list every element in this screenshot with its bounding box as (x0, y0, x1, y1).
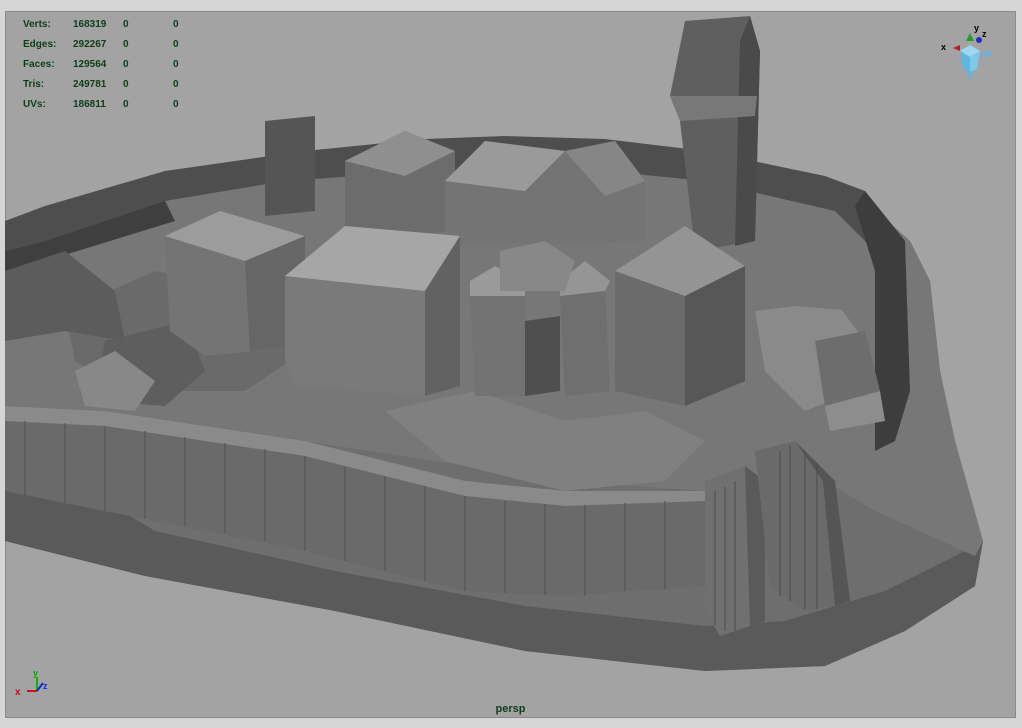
view-cube-x-label: x (941, 42, 946, 52)
hud-component: 0 (173, 19, 179, 30)
poly-count-hud: Verts: 168319 0 0 Edges: 292267 0 0 Face… (23, 15, 203, 115)
camera-name-label: persp (495, 703, 526, 715)
hud-selected: 0 (123, 99, 129, 110)
view-cube-y-label: y (974, 23, 979, 33)
perspective-viewport[interactable]: Verts: 168319 0 0 Edges: 292267 0 0 Face… (5, 11, 1016, 718)
hud-row-faces: Faces: 129564 0 0 (23, 55, 203, 75)
hud-row-tris: Tris: 249781 0 0 (23, 75, 203, 95)
hud-total: 186811 (73, 99, 106, 110)
hud-label: Faces: (23, 59, 55, 70)
axis-y-label: y (33, 669, 38, 678)
hud-label: UVs: (23, 99, 46, 110)
hud-label: Verts: (23, 19, 51, 30)
hud-total: 249781 (73, 79, 107, 90)
axis-z-label: z (43, 681, 48, 691)
hud-component: 0 (173, 79, 179, 90)
hud-row-uvs: UVs: 186811 0 0 (23, 95, 203, 115)
hud-selected: 0 (123, 79, 129, 90)
hud-total: 168319 (73, 19, 107, 30)
view-cube-icon[interactable]: x y z (935, 23, 1005, 83)
hud-label: Edges: (23, 39, 57, 50)
axis-triad-icon: x y z (15, 669, 48, 698)
hud-component: 0 (173, 39, 179, 50)
view-cube-z-label: z (982, 29, 987, 39)
castle-model[interactable] (5, 11, 1016, 718)
hud-selected: 0 (123, 19, 129, 30)
hud-row-edges: Edges: 292267 0 0 (23, 35, 203, 55)
hud-label: Tris: (23, 79, 45, 90)
axis-x-label: x (15, 687, 21, 698)
hud-component: 0 (173, 99, 179, 110)
hud-total: 292267 (73, 39, 107, 50)
hud-total: 129564 (73, 59, 107, 70)
hud-selected: 0 (123, 59, 129, 70)
hud-selected: 0 (123, 39, 129, 50)
hud-row-verts: Verts: 168319 0 0 (23, 15, 203, 35)
hud-component: 0 (173, 59, 179, 70)
